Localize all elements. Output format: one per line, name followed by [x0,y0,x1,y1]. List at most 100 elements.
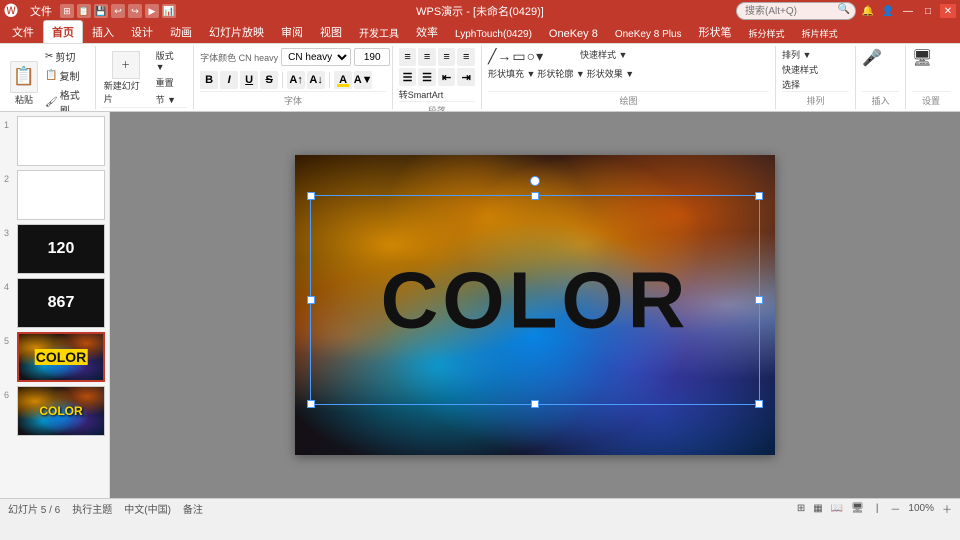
font-name-select[interactable]: CN heavy [281,48,351,66]
view-reading-btn[interactable]: 📖 [831,503,843,514]
shape-effect-btn[interactable]: 形状效果 ▼ [587,67,634,80]
layout-btn[interactable]: 版式 ▼ [153,48,188,73]
quick-access-open[interactable]: 📋 [77,4,91,18]
slide-item-5[interactable]: 5 COLOR [4,332,105,382]
quick-access-new[interactable]: ⊞ [60,4,74,18]
handle-tc[interactable] [531,192,539,200]
handle-ml[interactable] [307,296,315,304]
copy-btn[interactable]: 📋 复制 [42,67,91,84]
handle-mr[interactable] [755,296,763,304]
insert-btn[interactable]: 🎤 [862,48,899,68]
slide-item-1[interactable]: 1 [4,116,105,166]
view-slideshow-btn[interactable]: ▦ [813,503,822,514]
shape-fill-btn[interactable]: 形状填充 ▼ [488,67,535,80]
font-color-btn[interactable]: A [334,71,352,89]
shape-outline-btn[interactable]: 形状轮廓 ▼ [537,67,584,80]
slide-thumb-5[interactable]: COLOR [17,332,105,382]
align-left-btn[interactable]: ≡ [399,48,417,66]
tab-slidestyle[interactable]: 拆片样式 [794,24,846,43]
format-painter-btn[interactable]: 🖌 格式刷 [42,86,91,112]
handle-tr[interactable] [755,192,763,200]
slide-item-4[interactable]: 4 867 [4,278,105,328]
increase-font-btn[interactable]: A↑ [287,71,305,89]
font-size-input[interactable] [354,48,390,66]
zoom-in-btn[interactable]: ＋ [942,501,952,516]
shape-rect[interactable]: ▭ [512,48,525,65]
slide-6-text: COLOR [39,404,82,418]
tab-onekey8plus[interactable]: OneKey 8 Plus [607,26,690,43]
view-presenter-btn[interactable]: 🖥 [851,503,864,514]
tab-slideshow[interactable]: 幻灯片放映 [201,21,272,43]
quick-access-save[interactable]: 💾 [94,4,108,18]
quickstyle2-btn[interactable]: 快速样式 [782,63,849,76]
slide-item-2[interactable]: 2 [4,170,105,220]
handle-br[interactable] [755,400,763,408]
notification-btn[interactable]: 🔔 [860,4,876,18]
underline-btn[interactable]: U [240,71,258,89]
rotate-handle[interactable] [530,176,540,186]
tab-home[interactable]: 首页 [43,20,83,43]
quickstyle-btn[interactable]: 快速样式 ▼ [580,48,627,65]
shape-ellipse[interactable]: ○ [527,48,535,65]
maximize-btn[interactable]: □ [920,4,936,18]
slide-item-3[interactable]: 3 120 [4,224,105,274]
handle-bc[interactable] [531,400,539,408]
shape-arrow[interactable]: → [497,48,511,65]
section-btn[interactable]: 节 ▼ [153,92,188,107]
close-btn[interactable]: ✕ [940,4,956,18]
quick-access-undo[interactable]: ↩ [111,4,125,18]
indent-dec-btn[interactable]: ⇤ [438,68,456,86]
tab-efficiency[interactable]: 效率 [408,21,446,43]
shape-more[interactable]: ▾ [536,48,543,65]
align-right-btn[interactable]: ≡ [438,48,456,66]
slide-item-6[interactable]: 6 COLOR [4,386,105,436]
bold-btn[interactable]: B [200,71,218,89]
reset-btn[interactable]: 重置 [153,75,188,90]
tab-insert[interactable]: 插入 [84,21,122,43]
cut-btn[interactable]: ✂ 剪切 [42,48,91,65]
slide-thumb-4[interactable]: 867 [17,278,105,328]
view-normal-btn[interactable]: ⊞ [797,503,805,514]
arrange-btn[interactable]: 排列 ▼ [782,48,849,61]
tab-animate[interactable]: 动画 [162,21,200,43]
tab-shapepen[interactable]: 形状笔 [691,21,740,43]
notes-btn[interactable]: 备注 [183,501,203,516]
font-color-indicator [337,84,349,87]
settings-btn[interactable]: 🖥 [912,48,950,68]
tab-file[interactable]: 文件 [4,21,42,43]
select-btn[interactable]: 选择 [782,78,849,91]
handle-tl[interactable] [307,192,315,200]
tab-design[interactable]: 设计 [123,21,161,43]
tab-splitsyle[interactable]: 拆分样式 [741,24,793,43]
tab-view[interactable]: 视图 [312,21,350,43]
minimize-btn[interactable]: — [900,4,916,18]
handle-bl[interactable] [307,400,315,408]
slide-color-text[interactable]: COLOR [381,254,690,346]
decrease-font-btn[interactable]: A↓ [307,71,325,89]
italic-btn[interactable]: I [220,71,238,89]
quick-access-redo[interactable]: ↪ [128,4,142,18]
indent-inc-btn[interactable]: ⇥ [457,68,475,86]
slide-thumb-2[interactable] [17,170,105,220]
user-btn[interactable]: 👤 [880,4,896,18]
tab-onekey8[interactable]: OneKey 8 [541,25,606,43]
zoom-out-btn[interactable]: － [890,501,900,516]
strikethrough-btn[interactable]: S [260,71,278,89]
slide-thumb-3[interactable]: 120 [17,224,105,274]
tab-dev[interactable]: 开发工具 [351,22,407,43]
num-list-btn[interactable]: ☰ [418,68,436,86]
new-slide-btn[interactable]: ＋ 新建幻灯片 [102,49,150,107]
justify-btn[interactable]: ≡ [457,48,475,66]
align-center-btn[interactable]: ≡ [418,48,436,66]
tab-lyph[interactable]: LyphTouch(0429) [447,26,540,43]
slide-thumb-1[interactable] [17,116,105,166]
paste-btn[interactable]: 📋 粘贴 [8,59,40,108]
quick-access-chart[interactable]: 📊 [162,4,176,18]
titlebar-menu-file[interactable]: 文件 [26,3,56,19]
tab-review[interactable]: 审阅 [273,21,311,43]
list-btn[interactable]: ☰ [399,68,417,86]
shape-line[interactable]: ╱ [488,48,496,65]
slide-thumb-6[interactable]: COLOR [17,386,105,436]
quick-access-play[interactable]: ▶ [145,4,159,18]
highlight-btn[interactable]: A▼ [354,71,372,89]
